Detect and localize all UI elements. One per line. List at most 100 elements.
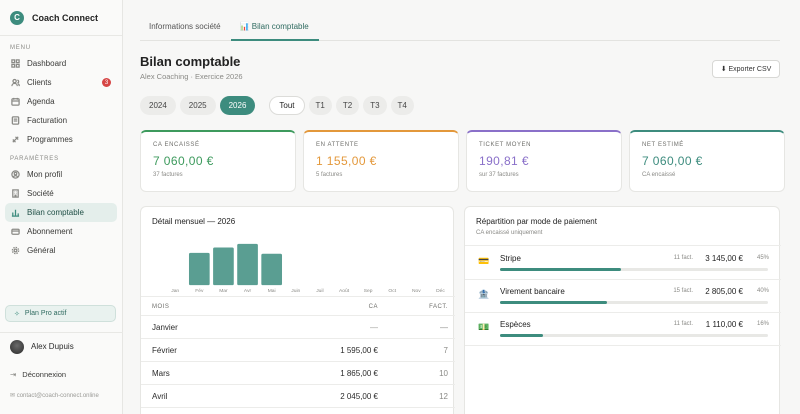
row-fact: 7 xyxy=(443,345,448,355)
contact-email[interactable]: ✉ contact@coach-connect.online xyxy=(10,392,99,399)
payment-count: 15 fact. xyxy=(673,288,693,294)
period-pill-t2[interactable]: T2 xyxy=(335,96,360,115)
payment-row-especes[interactable]: 💵 Espèces 11 fact. 1 110,00 € 16% xyxy=(465,313,781,346)
kpi-en-attente: En attente 1 155,00 € 5 factures xyxy=(303,130,459,192)
logout-label: Déconnexion xyxy=(22,370,67,379)
kpi-net-estime: Net estimé 7 060,00 € CA encaissé xyxy=(629,130,785,192)
card-icon xyxy=(11,227,20,236)
row-ca: — xyxy=(370,322,378,332)
col-fact: FACT. xyxy=(429,303,448,310)
avatar xyxy=(10,339,24,354)
payment-share-fill xyxy=(500,301,608,304)
brand-name: Coach Connect xyxy=(32,12,99,23)
payment-row-virement[interactable]: 🏦 Virement bancaire 15 fact. 2 805,00 € … xyxy=(465,280,781,313)
tab-informations-societe[interactable]: Informations société xyxy=(140,14,231,41)
period-pill-t1[interactable]: T1 xyxy=(308,96,332,115)
sidebar-item-agenda[interactable]: Agenda xyxy=(5,92,117,111)
main-content: Informations société 📊 Bilan comptable B… xyxy=(124,0,800,414)
payment-breakdown-title: Répartition par mode de paiement xyxy=(476,217,597,226)
year-pill-2025[interactable]: 2025 xyxy=(179,96,216,115)
payment-amount: 3 145,00 € xyxy=(705,254,743,263)
sidebar-item-bilan-comptable[interactable]: Bilan comptable xyxy=(5,203,117,222)
sidebar-item-label: Facturation xyxy=(27,116,68,125)
monthly-detail-title: Détail mensuel — 2026 xyxy=(152,217,236,226)
mail-icon: ✉ xyxy=(10,393,17,399)
sidebar-item-mon-profil[interactable]: Mon profil xyxy=(5,165,117,184)
kpi-label: En attente xyxy=(316,142,359,148)
payment-share-bar xyxy=(500,301,768,304)
brand[interactable]: C Coach Connect xyxy=(0,0,122,36)
payment-count: 11 fact. xyxy=(673,321,693,327)
sidebar-item-programmes[interactable]: Programmes xyxy=(5,130,117,149)
chart-tick-label: Oct xyxy=(388,288,396,294)
sidebar-item-label: Dashboard xyxy=(27,59,67,68)
kpi-note: CA encaissé xyxy=(642,172,676,178)
row-month: Mars xyxy=(152,368,170,378)
settings-menu: Mon profil Société Bilan comptable Abonn… xyxy=(0,165,122,260)
programs-icon xyxy=(11,135,20,144)
sidebar-item-label: Bilan comptable xyxy=(27,208,84,217)
building-icon xyxy=(11,189,20,198)
year-pill-2026[interactable]: 2026 xyxy=(219,96,256,115)
user-profile[interactable]: Alex Dupuis xyxy=(0,332,123,360)
monthly-detail-card: Détail mensuel — 2026 Jan Fév Mar Avr Mai Jui… xyxy=(140,206,455,414)
kpi-value: 7 060,00 € xyxy=(642,154,703,168)
plan-status[interactable]: ✧ Plan Pro actif xyxy=(5,305,116,322)
row-ca: 1 595,00 € xyxy=(340,345,378,355)
chart-tick-label: Août xyxy=(339,288,350,294)
period-pill-tout[interactable]: Tout xyxy=(269,96,305,115)
year-pill-2024[interactable]: 2024 xyxy=(140,96,176,115)
chart-tick-label: Juil xyxy=(316,288,323,294)
kpi-value: 1 155,00 € xyxy=(316,154,377,168)
row-month: Avril xyxy=(152,391,168,401)
payment-share-fill xyxy=(500,334,543,337)
tab-bilan-comptable[interactable]: 📊 Bilan comptable xyxy=(230,14,319,41)
page-title: Bilan comptable xyxy=(140,54,241,69)
chart-tick-label: Sep xyxy=(364,288,373,294)
tab-bar: Informations société 📊 Bilan comptable xyxy=(140,14,780,41)
payment-row-stripe[interactable]: 💳 Stripe 11 fact. 3 145,00 € 45% xyxy=(465,247,781,280)
sidebar-item-abonnement[interactable]: Abonnement xyxy=(5,222,117,241)
row-fact: 10 xyxy=(439,368,448,378)
table-row[interactable]: Mars 1 865,00 € 10 xyxy=(141,362,455,385)
chart-tick-label: Mar xyxy=(219,288,228,294)
logout-icon: ⇥ xyxy=(10,370,17,379)
main-menu: Dashboard Clients 3 Agenda Facturation Pr… xyxy=(0,54,122,149)
chart-bar xyxy=(237,243,258,286)
sidebar-item-label: Société xyxy=(27,189,54,198)
export-csv-button[interactable]: ⬇ Exporter CSV xyxy=(712,60,780,78)
sidebar-item-label: Programmes xyxy=(27,135,73,144)
col-ca: CA xyxy=(368,303,378,310)
users-icon xyxy=(11,78,20,87)
sidebar-item-societe[interactable]: Société xyxy=(5,184,117,203)
chart-tick-label: Déc xyxy=(436,288,445,294)
cash-icon: 💵 xyxy=(478,322,490,332)
card-icon: 💳 xyxy=(478,256,490,266)
chart-bar xyxy=(188,252,210,286)
user-name: Alex Dupuis xyxy=(31,342,74,351)
table-row[interactable]: Avril 2 045,00 € 12 xyxy=(141,385,455,408)
payment-name: Stripe xyxy=(500,254,521,263)
payment-share-bar xyxy=(500,334,768,337)
sidebar-item-label: Agenda xyxy=(27,97,55,106)
chart-tick-label: Mai xyxy=(268,288,276,294)
invoice-icon xyxy=(11,116,20,125)
table-header: MOIS CA FACT. xyxy=(141,298,455,316)
payment-name: Virement bancaire xyxy=(500,287,565,296)
table-row[interactable]: Février 1 595,00 € 7 xyxy=(141,339,455,362)
sidebar-item-dashboard[interactable]: Dashboard xyxy=(5,54,117,73)
kpi-note: 5 factures xyxy=(316,172,343,178)
bar-chart-icon xyxy=(11,208,20,217)
sidebar-item-clients[interactable]: Clients 3 xyxy=(5,73,117,92)
kpi-label: CA encaissé xyxy=(153,142,200,148)
kpi-ticket-moyen: Ticket moyen 190,81 € sur 37 factures xyxy=(466,130,622,192)
logout-button[interactable]: ⇥ Déconnexion xyxy=(10,370,66,379)
period-pill-t3[interactable]: T3 xyxy=(363,96,387,115)
table-row[interactable]: Janvier — — xyxy=(141,316,455,339)
chart-tick-label: Jan xyxy=(171,288,179,294)
period-pill-t4[interactable]: T4 xyxy=(390,96,414,115)
row-fact: — xyxy=(440,322,448,332)
divider xyxy=(465,245,781,246)
sidebar-item-general[interactable]: Général xyxy=(5,241,117,260)
sidebar-item-facturation[interactable]: Facturation xyxy=(5,111,117,130)
